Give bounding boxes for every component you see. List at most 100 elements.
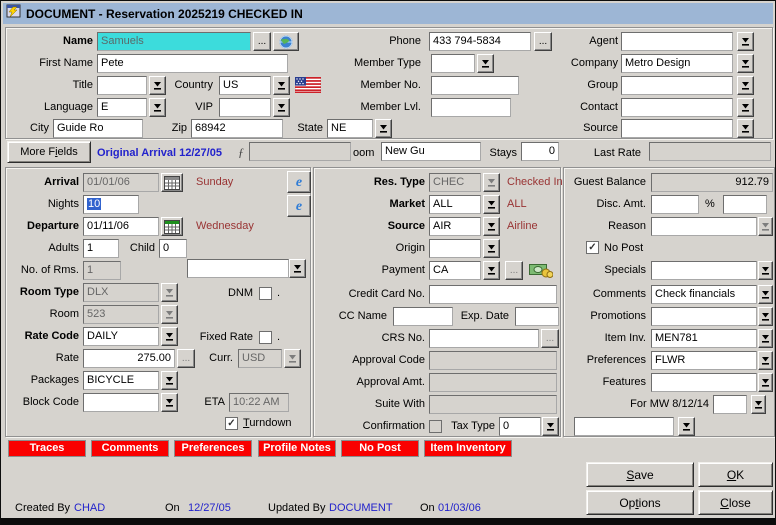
state-dropdown-button[interactable] [375,119,392,138]
fixed-rate-checkbox[interactable] [259,331,272,344]
origin-field[interactable] [429,239,481,258]
specials-dropdown-button[interactable] [758,261,773,280]
reason-field[interactable] [651,217,757,236]
first-name-field[interactable]: Pete [97,54,288,73]
exp-date-field[interactable] [515,307,559,326]
zip-field[interactable]: 68942 [191,119,283,138]
checkmark-icon: ✓ [227,418,235,429]
item-inventory-button[interactable]: Item Inventory [424,440,512,457]
packages-dropdown-button[interactable] [161,371,178,390]
promotions-field[interactable] [651,307,757,326]
disc-amt-field[interactable] [651,195,699,214]
rate-field[interactable]: 275.00 [83,349,175,368]
member-type-field[interactable] [431,54,475,73]
agent-field[interactable] [621,32,733,51]
title-dropdown-button[interactable] [149,76,166,95]
more-fields-button[interactable]: More Fields [7,141,91,163]
close-button[interactable]: Close [698,490,773,515]
comments-field[interactable]: Check financials [651,285,757,304]
traces-button[interactable]: Traces [8,440,86,457]
group-field[interactable] [621,76,733,95]
title-field[interactable] [97,76,147,95]
packages-field[interactable]: BICYCLE [83,371,159,390]
member-type-dropdown-button[interactable] [477,54,494,73]
rate-code-field[interactable]: DAILY [83,327,159,346]
stays-field[interactable]: 0 [521,142,559,161]
tax-type-field[interactable]: 0 [499,417,541,436]
no-post-checkbox[interactable]: ✓ [586,241,599,254]
vip-field[interactable] [219,98,271,117]
stay-extra-field[interactable] [187,259,289,278]
arrival-calendar-button[interactable] [161,173,183,192]
profile-globe-button[interactable] [273,32,299,51]
source-field[interactable] [621,119,733,138]
company-dropdown-button[interactable] [737,54,754,73]
ok-button[interactable]: OK [698,462,773,487]
preferences-button[interactable]: Preferences [174,440,252,457]
block-code-dropdown-button[interactable] [161,393,178,412]
acct-extra-field[interactable] [574,417,674,436]
preferences-field[interactable]: FLWR [651,351,757,370]
item-inv-dropdown-button[interactable] [758,329,773,348]
guest-type-field[interactable]: New Gu [381,142,481,161]
features-field[interactable] [651,373,757,392]
dnm-checkbox[interactable] [259,287,272,300]
child-field[interactable]: 0 [159,239,187,258]
rate-code-dropdown-button[interactable] [161,327,178,346]
stay-extra-dropdown-button[interactable] [289,259,306,278]
save-button[interactable]: Save [586,462,694,487]
comments-button[interactable]: Comments [91,440,169,457]
turndown-checkbox[interactable]: ✓ [225,417,238,430]
name-field[interactable]: Samuels [97,32,251,51]
res-source-field[interactable]: AIR [429,217,481,236]
agent-dropdown-button[interactable] [737,32,754,51]
item-inv-field[interactable]: MEN781 [651,329,757,348]
res-source-dropdown-button[interactable] [483,217,500,236]
contact-dropdown-button[interactable] [737,98,754,117]
crs-no-field[interactable] [429,329,539,348]
city-field[interactable]: Guide Ro [53,119,143,138]
promotions-dropdown-button[interactable] [758,307,773,326]
acct-extra-dropdown-button[interactable] [678,417,695,436]
language-dropdown-button[interactable] [149,98,166,117]
comments-dropdown-button[interactable] [758,285,773,304]
market-dropdown-button[interactable] [483,195,500,214]
country-field[interactable]: US [219,76,271,95]
market-field[interactable]: ALL [429,195,481,214]
features-dropdown-button[interactable] [758,373,773,392]
group-dropdown-button[interactable] [737,76,754,95]
guest-balance-field: 912.79 [651,173,773,192]
company-field[interactable]: Metro Design [621,54,733,73]
block-code-field[interactable] [83,393,159,412]
vip-dropdown-button[interactable] [273,98,290,117]
contact-field[interactable] [621,98,733,117]
source-dropdown-button[interactable] [737,119,754,138]
for-mw-dropdown-button[interactable] [751,395,766,414]
rate-browser-button-2[interactable]: e [287,195,311,217]
country-dropdown-button[interactable] [273,76,290,95]
options-button[interactable]: Options [586,490,694,515]
rate-browser-button-1[interactable]: e [287,171,311,193]
adults-field[interactable]: 1 [83,239,119,258]
nights-field[interactable]: 10 [83,195,139,214]
phone-field[interactable]: 433 794-5834 [429,32,531,51]
disc-pct-field[interactable] [723,195,767,214]
no-post-button[interactable]: No Post [341,440,419,457]
tax-type-dropdown-button[interactable] [542,417,559,436]
payment-field[interactable]: CA [429,261,481,280]
origin-dropdown-button[interactable] [483,239,500,258]
name-ellipsis-button[interactable]: ... [253,32,271,51]
member-no-field[interactable] [431,76,519,95]
credit-card-no-field[interactable] [429,285,557,304]
cc-name-field[interactable] [393,307,453,326]
state-field[interactable]: NE [327,119,373,138]
specials-field[interactable] [651,261,757,280]
departure-field[interactable]: 01/11/06 [83,217,159,236]
departure-calendar-button[interactable] [161,217,183,236]
payment-dropdown-button[interactable] [483,261,500,280]
language-field[interactable]: E [97,98,147,117]
preferences-dropdown-button[interactable] [758,351,773,370]
member-lvl-field[interactable] [431,98,511,117]
profile-notes-button[interactable]: Profile Notes [258,440,336,457]
for-mw-field[interactable] [713,395,747,414]
